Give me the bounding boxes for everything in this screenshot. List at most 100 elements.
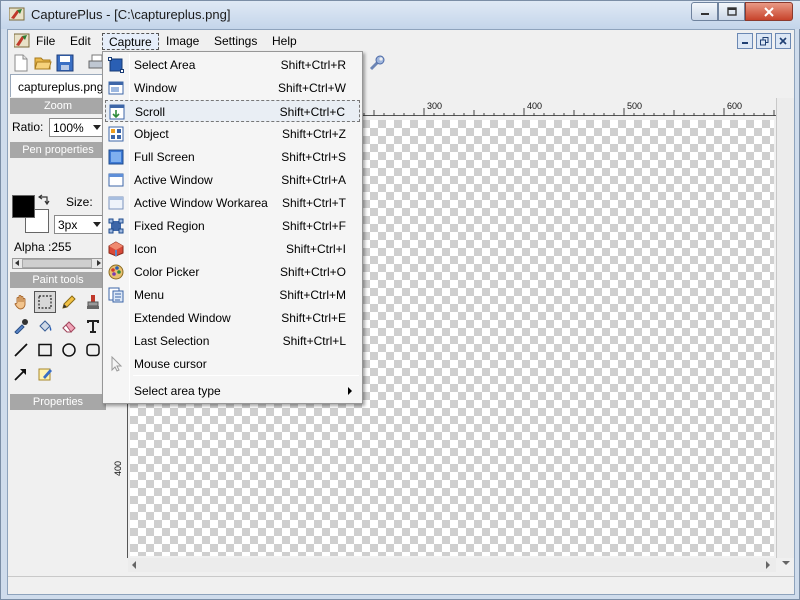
- close-button[interactable]: [745, 2, 793, 21]
- full-screen-icon: [108, 149, 124, 165]
- zoom-header[interactable]: Zoom: [10, 98, 106, 114]
- object-icon: [108, 126, 124, 142]
- menu-file[interactable]: File: [30, 33, 61, 50]
- menu-item-label: Extended Window: [134, 311, 231, 325]
- menu-item-active-window-workarea[interactable]: Active Window Workarea Shift+Ctrl+T: [105, 192, 360, 214]
- scroll-right-icon[interactable]: [766, 561, 770, 569]
- menu-item-icon[interactable]: Icon Shift+Ctrl+I: [105, 238, 360, 260]
- mouse-cursor-icon: [111, 356, 123, 372]
- pencil-tool[interactable]: [58, 291, 80, 313]
- app-logo-icon: [9, 7, 25, 21]
- menu-item-select-area-type[interactable]: Select area type: [105, 380, 360, 402]
- pencil-icon: [62, 295, 76, 309]
- menu-image[interactable]: Image: [160, 33, 205, 50]
- menu-item-last-selection[interactable]: Last Selection Shift+Ctrl+L: [105, 330, 360, 352]
- mdi-minimize-button[interactable]: [737, 33, 753, 49]
- menu-item-full-screen[interactable]: Full Screen Shift+Ctrl+S: [105, 146, 360, 168]
- tab-captureplus[interactable]: captureplus.png: [10, 74, 104, 97]
- rounded-rectangle-tool[interactable]: [82, 339, 104, 361]
- text-icon: [87, 320, 99, 333]
- eyedropper-tool[interactable]: [10, 315, 32, 337]
- menu-edit[interactable]: Edit: [64, 33, 97, 50]
- hand-tool[interactable]: [10, 291, 32, 313]
- document-icon[interactable]: [14, 33, 30, 48]
- stamp-tool[interactable]: [82, 291, 104, 313]
- alpha-slider-thumb[interactable]: [22, 259, 92, 268]
- eraser-tool[interactable]: [58, 315, 80, 337]
- zoom-ratio-value: 100%: [53, 121, 84, 135]
- minimize-button[interactable]: [691, 2, 718, 21]
- menu-item-shortcut: Shift+Ctrl+I: [285, 242, 346, 256]
- ellipse-tool[interactable]: [58, 339, 80, 361]
- open-folder-icon[interactable]: [34, 54, 52, 72]
- menu-item-shortcut: Shift+Ctrl+T: [281, 196, 346, 210]
- ellipse-icon: [62, 343, 76, 357]
- line-icon: [14, 343, 28, 357]
- close-icon: [779, 37, 787, 45]
- ratio-label: Ratio:: [12, 120, 44, 134]
- scroll-left-icon[interactable]: [132, 561, 136, 569]
- eyedropper-icon: [14, 319, 28, 334]
- select-rect-tool[interactable]: [34, 291, 56, 313]
- wrench-icon[interactable]: [368, 54, 386, 72]
- close-icon: [764, 6, 774, 17]
- annotation-tool[interactable]: [34, 363, 56, 385]
- menu-item-mouse-cursor[interactable]: Mouse cursor: [105, 353, 360, 375]
- menu-item-label: Mouse cursor: [134, 357, 207, 371]
- app-window: CapturePlus - [C:\captureplus.png] File …: [0, 0, 800, 600]
- menu-item-fixed-region[interactable]: Fixed Region Shift+Ctrl+F: [105, 215, 360, 237]
- scroll-icon: [109, 104, 125, 120]
- foreground-color-swatch[interactable]: [12, 195, 35, 218]
- scroll-down-icon[interactable]: [782, 561, 790, 565]
- vertical-scrollbar[interactable]: [776, 98, 794, 565]
- menu-item-menu[interactable]: Menu Shift+Ctrl+M: [105, 284, 360, 306]
- menu-item-label: Window: [134, 81, 177, 95]
- chevron-down-icon: [93, 125, 101, 130]
- title-bar[interactable]: CapturePlus - [C:\captureplus.png]: [1, 1, 800, 29]
- swap-colors-icon[interactable]: [38, 194, 50, 206]
- menu-item-window[interactable]: Window Shift+Ctrl+W: [105, 77, 360, 99]
- menu-item-scroll[interactable]: Scroll Shift+Ctrl+C: [105, 100, 360, 122]
- menu-capture[interactable]: Capture: [102, 33, 159, 50]
- menu-item-object[interactable]: Object Shift+Ctrl+Z: [105, 123, 360, 145]
- fixed-region-icon: [108, 218, 124, 234]
- menu-item-shortcut: Shift+Ctrl+C: [279, 105, 345, 119]
- alpha-slider[interactable]: [12, 258, 104, 269]
- zoom-ratio-select[interactable]: 100%: [49, 118, 104, 137]
- menu-item-active-window[interactable]: Active Window Shift+Ctrl+A: [105, 169, 360, 191]
- menu-help[interactable]: Help: [266, 33, 303, 50]
- menu-item-shortcut: Shift+Ctrl+S: [281, 150, 346, 164]
- scroll-right-icon[interactable]: [97, 260, 101, 266]
- horizontal-scrollbar[interactable]: [128, 558, 776, 572]
- menu-item-color-picker[interactable]: Color Picker Shift+Ctrl+O: [105, 261, 360, 283]
- line-tool[interactable]: [10, 339, 32, 361]
- menu-item-shortcut: Shift+Ctrl+R: [280, 58, 346, 72]
- scroll-left-icon[interactable]: [15, 260, 19, 266]
- menu-settings[interactable]: Settings: [208, 33, 263, 50]
- restore-icon: [759, 36, 768, 45]
- mdi-close-button[interactable]: [775, 33, 791, 49]
- rounded-rectangle-icon: [86, 343, 100, 357]
- menu-item-label: Object: [134, 127, 169, 141]
- minimize-icon: [700, 12, 709, 15]
- pen-size-select[interactable]: 3px: [54, 215, 104, 234]
- rectangle-tool[interactable]: [34, 339, 56, 361]
- arrow-tool[interactable]: [10, 363, 32, 385]
- new-file-icon[interactable]: [12, 54, 30, 72]
- maximize-button[interactable]: [718, 2, 745, 21]
- pen-properties-header[interactable]: Pen properties: [10, 142, 106, 158]
- fill-tool[interactable]: [34, 315, 56, 337]
- text-tool[interactable]: [82, 315, 104, 337]
- hand-icon: [14, 295, 26, 310]
- menu-item-select-area[interactable]: Select Area Shift+Ctrl+R: [105, 54, 360, 76]
- menu-item-label: Icon: [134, 242, 157, 256]
- paint-tools-header[interactable]: Paint tools: [10, 272, 106, 288]
- menu-item-shortcut: Shift+Ctrl+E: [281, 311, 346, 325]
- arrow-icon: [14, 369, 26, 381]
- properties-header[interactable]: Properties: [10, 394, 106, 410]
- paint-bucket-icon: [39, 320, 52, 332]
- menu-capture-icon: [108, 287, 124, 303]
- save-icon[interactable]: [56, 54, 74, 72]
- mdi-restore-button[interactable]: [756, 33, 772, 49]
- menu-item-extended-window[interactable]: Extended Window Shift+Ctrl+E: [105, 307, 360, 329]
